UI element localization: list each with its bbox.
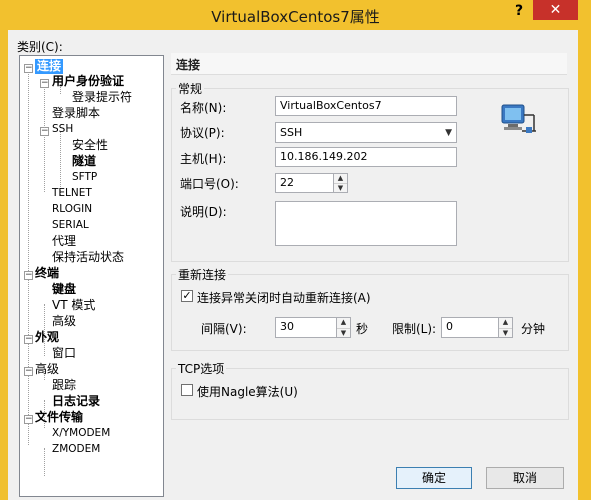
interval-field[interactable]: 30: [275, 317, 337, 338]
tree-item-keyboard[interactable]: 键盘: [52, 282, 76, 297]
tree-item-rlogin[interactable]: RLOGIN: [52, 202, 92, 217]
collapse-icon[interactable]: −: [24, 271, 33, 280]
collapse-icon[interactable]: −: [24, 335, 33, 344]
tree-item-trace[interactable]: 跟踪: [52, 378, 76, 393]
limit-field[interactable]: 0: [441, 317, 499, 338]
category-label: 类别(C):: [17, 40, 63, 54]
tree-item-appearance[interactable]: 外观: [35, 330, 59, 345]
tree-item-tunnel[interactable]: 隧道: [72, 154, 96, 169]
tree-item-login-script[interactable]: 登录脚本: [52, 106, 100, 121]
reconnect-group-title: 重新连接: [176, 266, 229, 283]
reconnect-group: [171, 274, 569, 351]
tree-item-sftp[interactable]: SFTP: [72, 170, 97, 185]
chevron-down-icon: ▼: [445, 128, 452, 138]
tree-item-login-prompt[interactable]: 登录提示符: [72, 90, 132, 105]
description-field[interactable]: [275, 201, 457, 246]
close-button[interactable]: ✕: [533, 0, 578, 20]
tree-item-telnet[interactable]: TELNET: [52, 186, 92, 201]
tree-item-file-transfer[interactable]: 文件传输: [35, 410, 83, 425]
tree-item-serial[interactable]: SERIAL: [52, 218, 89, 233]
nagle-label[interactable]: 使用Nagle算法(U): [197, 383, 298, 400]
limit-spinner[interactable]: ▲ ▼: [499, 317, 513, 338]
name-field[interactable]: VirtualBoxCentos7: [275, 96, 457, 116]
check-icon: ✓: [182, 289, 192, 302]
protocol-select-value: SSH: [280, 126, 303, 139]
limit-unit: 分钟: [521, 322, 546, 336]
panel-title: 连接: [176, 58, 201, 72]
interval-unit: 秒: [356, 322, 369, 336]
tree-item-terminal[interactable]: 终端: [35, 266, 59, 281]
tcp-group-title: TCP选项: [176, 360, 227, 377]
general-group-title: 常规: [176, 80, 205, 97]
auto-reconnect-checkbox[interactable]: ✓: [181, 290, 193, 302]
spin-down-icon[interactable]: ▼: [337, 329, 350, 339]
tree-item-zmodem[interactable]: ZMODEM: [52, 442, 100, 457]
collapse-icon[interactable]: −: [24, 64, 33, 73]
ok-button[interactable]: 确定: [396, 467, 472, 489]
dialog-body: 类别(C): − 连接 − 用户身份验证 登录提示符 登录脚本 − SSH 安全…: [8, 30, 578, 500]
tree-item-vt-mode[interactable]: VT 模式: [52, 298, 95, 313]
host-label: 主机(H):: [180, 152, 227, 166]
interval-label: 间隔(V):: [201, 322, 247, 336]
tree-item-xymodem[interactable]: X/YMODEM: [52, 426, 110, 441]
tree-item-logging[interactable]: 日志记录: [52, 394, 100, 409]
protocol-label: 协议(P):: [180, 126, 225, 140]
name-label: 名称(N):: [180, 101, 227, 115]
spin-up-icon[interactable]: ▲: [337, 318, 350, 329]
auto-reconnect-label[interactable]: 连接异常关闭时自动重新连接(A): [197, 289, 371, 306]
collapse-icon[interactable]: −: [24, 367, 33, 376]
collapse-icon[interactable]: −: [24, 415, 33, 424]
tree-item-terminal-advanced[interactable]: 高级: [52, 314, 76, 329]
nagle-checkbox[interactable]: [181, 384, 193, 396]
category-tree[interactable]: − 连接 − 用户身份验证 登录提示符 登录脚本 − SSH 安全性 隧道 SF…: [19, 55, 164, 497]
spin-up-icon[interactable]: ▲: [334, 174, 347, 184]
cancel-button[interactable]: 取消: [486, 467, 564, 489]
network-computer-icon: [501, 104, 536, 133]
window-border: [578, 30, 591, 500]
help-button[interactable]: ?: [508, 3, 530, 23]
tree-item-advanced[interactable]: 高级: [35, 362, 59, 377]
window-title: VirtualBoxCentos7属性: [211, 8, 380, 26]
collapse-icon[interactable]: −: [40, 79, 49, 88]
tree-item-proxy[interactable]: 代理: [52, 234, 76, 249]
title-bar[interactable]: VirtualBoxCentos7属性 ? ✕: [0, 0, 591, 30]
port-field[interactable]: 22: [275, 173, 334, 193]
host-field[interactable]: 10.186.149.202: [275, 147, 457, 167]
tree-item-keepalive[interactable]: 保持活动状态: [52, 250, 124, 265]
port-spinner[interactable]: ▲ ▼: [334, 173, 348, 193]
spin-down-icon[interactable]: ▼: [499, 329, 512, 339]
interval-spinner[interactable]: ▲ ▼: [337, 317, 351, 338]
tree-item-user-auth[interactable]: 用户身份验证: [52, 74, 124, 89]
tree-item-window[interactable]: 窗口: [52, 346, 76, 361]
tree-item-security[interactable]: 安全性: [72, 138, 108, 153]
port-label: 端口号(O):: [180, 177, 239, 191]
tree-item-ssh[interactable]: SSH: [52, 122, 73, 137]
spin-up-icon[interactable]: ▲: [499, 318, 512, 329]
spin-down-icon[interactable]: ▼: [334, 184, 347, 193]
description-label: 说明(D):: [180, 205, 227, 219]
limit-label: 限制(L):: [392, 322, 437, 336]
protocol-select[interactable]: SSH ▼: [275, 122, 457, 143]
panel-header: 连接: [171, 53, 567, 75]
collapse-icon[interactable]: −: [40, 127, 49, 136]
tree-item-connection[interactable]: 连接: [35, 59, 64, 74]
